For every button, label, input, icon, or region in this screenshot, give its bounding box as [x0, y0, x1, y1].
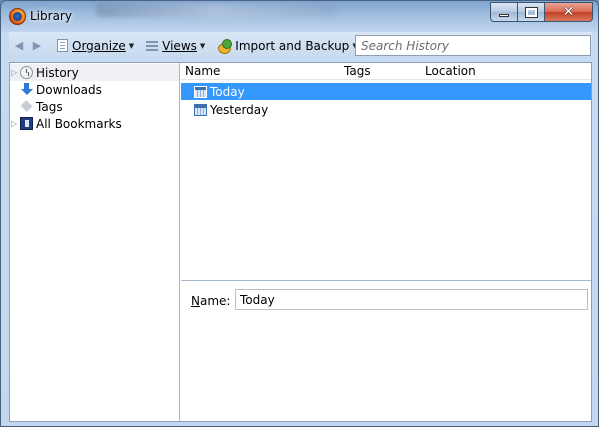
sidebar-item-label: Tags — [36, 99, 63, 114]
download-arrow-icon — [20, 83, 33, 96]
caption-buttons: ✕ — [490, 2, 593, 22]
column-header-location[interactable]: Location — [425, 64, 476, 78]
title-bar[interactable]: Library ✕ — [1, 1, 599, 32]
close-icon: ✕ — [562, 4, 575, 20]
forward-arrow-icon: ▶ — [32, 39, 42, 52]
organize-menu-button[interactable]: Organize ▼ — [57, 39, 134, 53]
views-menu-button[interactable]: Views ▼ — [146, 39, 205, 53]
bookmarks-folder-icon — [20, 117, 33, 130]
dropdown-arrow-icon: ▼ — [199, 41, 206, 50]
window-title: Library — [30, 9, 72, 23]
tag-icon — [20, 100, 33, 113]
name-label-accesskey: N — [191, 294, 200, 308]
organize-icon — [57, 39, 68, 52]
calendar-icon — [194, 85, 207, 98]
background-window-tab-blur — [96, 3, 336, 17]
import-backup-label: Import and Backup — [235, 38, 350, 53]
sidebar-item-label: All Bookmarks — [36, 116, 122, 131]
views-icon — [146, 40, 159, 51]
import-backup-icon — [217, 38, 233, 54]
toolbar: ◀ ▶ Organize ▼ Views ▼ Import and Backup… — [9, 32, 592, 59]
column-header-row: Name Tags Location — [181, 63, 591, 80]
places-sidebar: ▷ History Downloads Tags ▷ All Bookmarks — [10, 63, 180, 421]
back-button[interactable]: ◀ — [11, 38, 27, 54]
calendar-icon — [194, 103, 207, 116]
sidebar-item-history[interactable]: ▷ History — [10, 64, 179, 81]
history-list: Name Tags Location Today Yesterday — [181, 63, 591, 279]
organize-label: Organize — [72, 38, 126, 53]
firefox-icon — [9, 8, 26, 25]
maximize-button[interactable] — [518, 2, 545, 22]
minimize-button[interactable] — [490, 2, 518, 22]
dropdown-arrow-icon: ▼ — [128, 41, 135, 50]
details-pane: Name: Today — [181, 280, 591, 421]
sidebar-item-downloads[interactable]: Downloads — [10, 81, 179, 98]
column-header-tags[interactable]: Tags — [344, 64, 371, 78]
import-backup-menu-button[interactable]: Import and Backup ▼ — [217, 38, 358, 54]
name-field-label: Name: — [191, 294, 231, 308]
expand-twisty-icon[interactable]: ▷ — [11, 119, 19, 128]
close-button[interactable]: ✕ — [545, 2, 593, 22]
sidebar-item-tags[interactable]: Tags — [10, 98, 179, 115]
library-window: Library ✕ ◀ ▶ Organize ▼ Views ▼ Import … — [0, 0, 599, 427]
list-row-yesterday[interactable]: Yesterday — [181, 101, 591, 118]
row-name: Today — [210, 84, 245, 99]
name-field[interactable]: Today — [235, 289, 588, 310]
forward-button[interactable]: ▶ — [29, 38, 45, 54]
sidebar-item-label: History — [36, 65, 79, 80]
list-row-today[interactable]: Today — [181, 83, 591, 100]
maximize-icon — [524, 6, 538, 18]
clock-icon — [20, 66, 33, 79]
search-history-input[interactable]: Search History — [355, 35, 591, 56]
library-content: ▷ History Downloads Tags ▷ All Bookmarks — [9, 62, 592, 422]
row-name: Yesterday — [210, 102, 269, 117]
sidebar-item-label: Downloads — [36, 82, 102, 97]
column-header-name[interactable]: Name — [185, 64, 220, 78]
views-label: Views — [162, 38, 197, 53]
expand-twisty-icon[interactable]: ▷ — [11, 68, 19, 77]
minimize-icon — [499, 13, 509, 17]
sidebar-item-all-bookmarks[interactable]: ▷ All Bookmarks — [10, 115, 179, 132]
back-arrow-icon: ◀ — [14, 39, 24, 52]
